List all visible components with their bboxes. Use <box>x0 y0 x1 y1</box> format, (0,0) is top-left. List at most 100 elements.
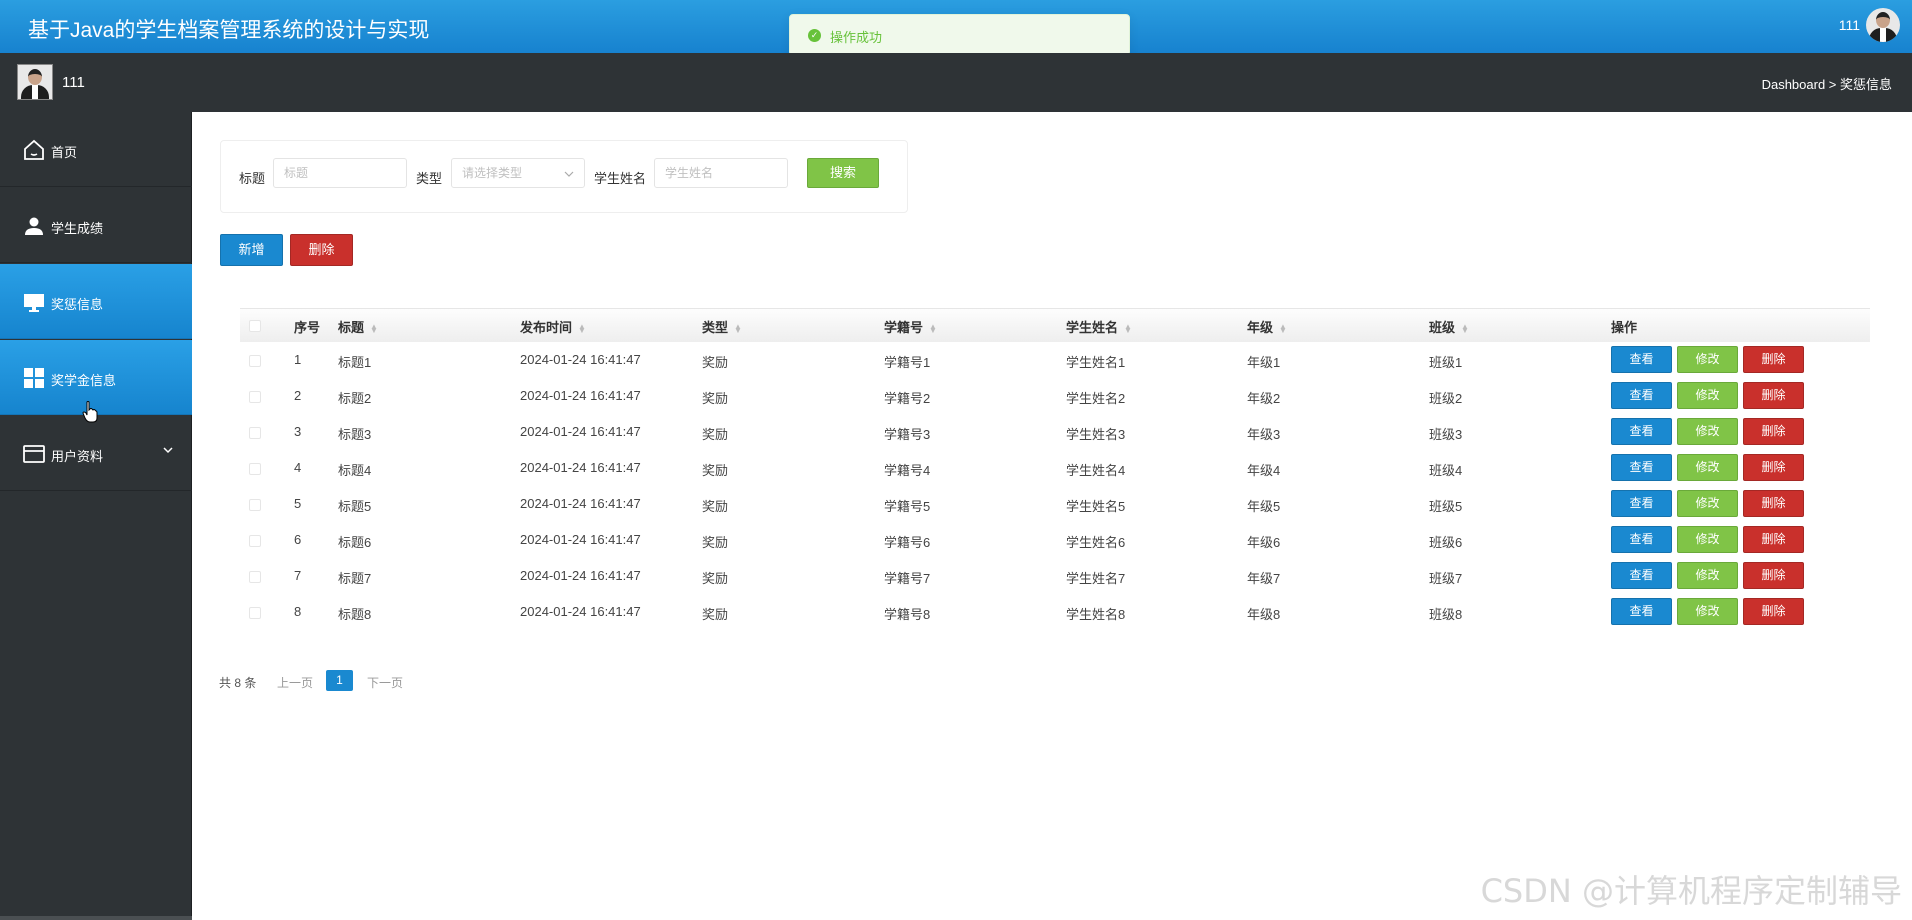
header-student-id[interactable]: 学籍号 ▲ ▼ <box>884 317 937 336</box>
table-cell: 年级5 <box>1247 499 1281 514</box>
app-title: 基于Java的学生档案管理系统的设计与实现 <box>28 19 430 42</box>
header-title[interactable]: 标题 ▲ ▼ <box>338 317 378 336</box>
top-avatar[interactable] <box>1866 8 1900 42</box>
row-checkbox[interactable] <box>249 571 261 583</box>
row-checkbox[interactable] <box>249 499 261 511</box>
breadcrumb: Dashboard > 奖惩信息 <box>1761 77 1892 92</box>
edit-button[interactable]: 修改 <box>1677 598 1738 625</box>
view-button[interactable]: 查看 <box>1611 526 1672 553</box>
sidebar-item-profile[interactable]: 用户资料 <box>0 416 192 491</box>
add-button[interactable]: 新增 <box>220 234 283 266</box>
edit-button[interactable]: 修改 <box>1677 346 1738 373</box>
title-input[interactable]: 标题 <box>273 158 407 188</box>
row-delete-button[interactable]: 删除 <box>1743 346 1804 373</box>
sidebar-item-label: 首页 <box>51 145 78 160</box>
table-cell: 班级8 <box>1429 607 1463 622</box>
view-button[interactable]: 查看 <box>1611 418 1672 445</box>
table-cell: 学生姓名4 <box>1066 463 1126 478</box>
edit-button[interactable]: 修改 <box>1677 562 1738 589</box>
header-grade[interactable]: 年级 ▲ ▼ <box>1247 317 1287 336</box>
watermark: CSDN @计算机程序定制辅导 <box>1480 872 1902 910</box>
row-delete-button[interactable]: 删除 <box>1743 490 1804 517</box>
row-delete-button[interactable]: 删除 <box>1743 526 1804 553</box>
view-button[interactable]: 查看 <box>1611 346 1672 373</box>
row-delete-button[interactable]: 删除 <box>1743 598 1804 625</box>
table-cell: 班级7 <box>1429 571 1463 586</box>
row-delete-button[interactable]: 删除 <box>1743 418 1804 445</box>
sidebar-item-grades[interactable]: 学生成绩 <box>0 188 192 263</box>
table-cell: 班级1 <box>1429 355 1463 370</box>
pager-prev[interactable]: 上一页 <box>277 674 313 691</box>
check-circle-icon: ✓ <box>808 29 821 42</box>
row-checkbox[interactable] <box>249 391 261 403</box>
view-button[interactable]: 查看 <box>1611 490 1672 517</box>
table-cell: 学生姓名1 <box>1066 355 1126 370</box>
table-cell: 4 <box>294 460 302 475</box>
sidebar-item-home[interactable]: 首页 <box>0 112 192 187</box>
sort-icon: ▲ ▼ <box>370 321 378 335</box>
table-cell: 学籍号3 <box>884 427 931 442</box>
type-select-placeholder: 请选择类型 <box>462 166 523 180</box>
header-publish-time[interactable]: 发布时间 ▲ ▼ <box>520 317 586 336</box>
table-cell: 标题4 <box>338 463 372 478</box>
table-cell: 6 <box>294 532 302 547</box>
row-checkbox[interactable] <box>249 427 261 439</box>
top-username[interactable]: 111 <box>1839 17 1860 33</box>
delete-button[interactable]: 删除 <box>290 234 353 266</box>
sub-username: 111 <box>62 74 85 91</box>
table-cell: 2024-01-24 16:41:47 <box>520 532 641 547</box>
header-actions: 操作 <box>1611 320 1638 335</box>
table-cell: 2 <box>294 388 302 403</box>
edit-button[interactable]: 修改 <box>1677 490 1738 517</box>
edit-button[interactable]: 修改 <box>1677 418 1738 445</box>
edit-button[interactable]: 修改 <box>1677 526 1738 553</box>
table-cell: 2024-01-24 16:41:47 <box>520 568 641 583</box>
table-cell: 年级8 <box>1247 607 1281 622</box>
toast-message: 操作成功 <box>830 30 883 45</box>
row-checkbox[interactable] <box>249 463 261 475</box>
table-cell: 班级5 <box>1429 499 1463 514</box>
row-checkbox[interactable] <box>249 355 261 367</box>
table-cell: 学籍号2 <box>884 391 931 406</box>
header-class[interactable]: 班级 ▲ ▼ <box>1429 317 1469 336</box>
table-cell: 标题3 <box>338 427 372 442</box>
table-cell: 8 <box>294 604 302 619</box>
row-delete-button[interactable]: 删除 <box>1743 382 1804 409</box>
type-select[interactable]: 请选择类型 <box>451 158 585 188</box>
search-button[interactable]: 搜索 <box>807 158 879 188</box>
table-cell: 奖励 <box>702 391 729 406</box>
table-cell: 1 <box>294 352 302 367</box>
edit-button[interactable]: 修改 <box>1677 382 1738 409</box>
table-cell: 学生姓名7 <box>1066 571 1126 586</box>
sidebar-item-label: 用户资料 <box>51 449 104 464</box>
table-cell: 2024-01-24 16:41:47 <box>520 352 641 367</box>
row-checkbox[interactable] <box>249 535 261 547</box>
sidebar-item-rewards[interactable]: 奖惩信息 <box>0 264 192 339</box>
view-button[interactable]: 查看 <box>1611 382 1672 409</box>
sidebar-avatar <box>17 64 53 100</box>
row-delete-button[interactable]: 删除 <box>1743 454 1804 481</box>
sort-icon: ▲ ▼ <box>1279 321 1287 335</box>
title-label: 标题 <box>239 171 266 186</box>
sidebar-item-label: 学生成绩 <box>51 221 104 236</box>
view-button[interactable]: 查看 <box>1611 454 1672 481</box>
view-button[interactable]: 查看 <box>1611 598 1672 625</box>
select-all-checkbox[interactable] <box>249 320 261 332</box>
pager-current-page[interactable]: 1 <box>326 670 353 691</box>
table-cell: 2024-01-24 16:41:47 <box>520 424 641 439</box>
success-toast: ✓ 操作成功 <box>789 14 1130 56</box>
edit-button[interactable]: 修改 <box>1677 454 1738 481</box>
row-checkbox[interactable] <box>249 607 261 619</box>
header-student-name[interactable]: 学生姓名 ▲ ▼ <box>1066 317 1132 336</box>
header-index: 序号 <box>294 320 321 335</box>
row-delete-button[interactable]: 删除 <box>1743 562 1804 589</box>
header-type[interactable]: 类型 ▲ ▼ <box>702 317 742 336</box>
pager-next[interactable]: 下一页 <box>367 674 403 691</box>
table-cell: 标题7 <box>338 571 372 586</box>
sort-icon: ▲ ▼ <box>929 321 937 335</box>
table-cell: 学籍号1 <box>884 355 931 370</box>
student-name-input[interactable]: 学生姓名 <box>654 158 788 188</box>
table-cell: 奖励 <box>702 499 729 514</box>
table-cell: 学生姓名2 <box>1066 391 1126 406</box>
view-button[interactable]: 查看 <box>1611 562 1672 589</box>
